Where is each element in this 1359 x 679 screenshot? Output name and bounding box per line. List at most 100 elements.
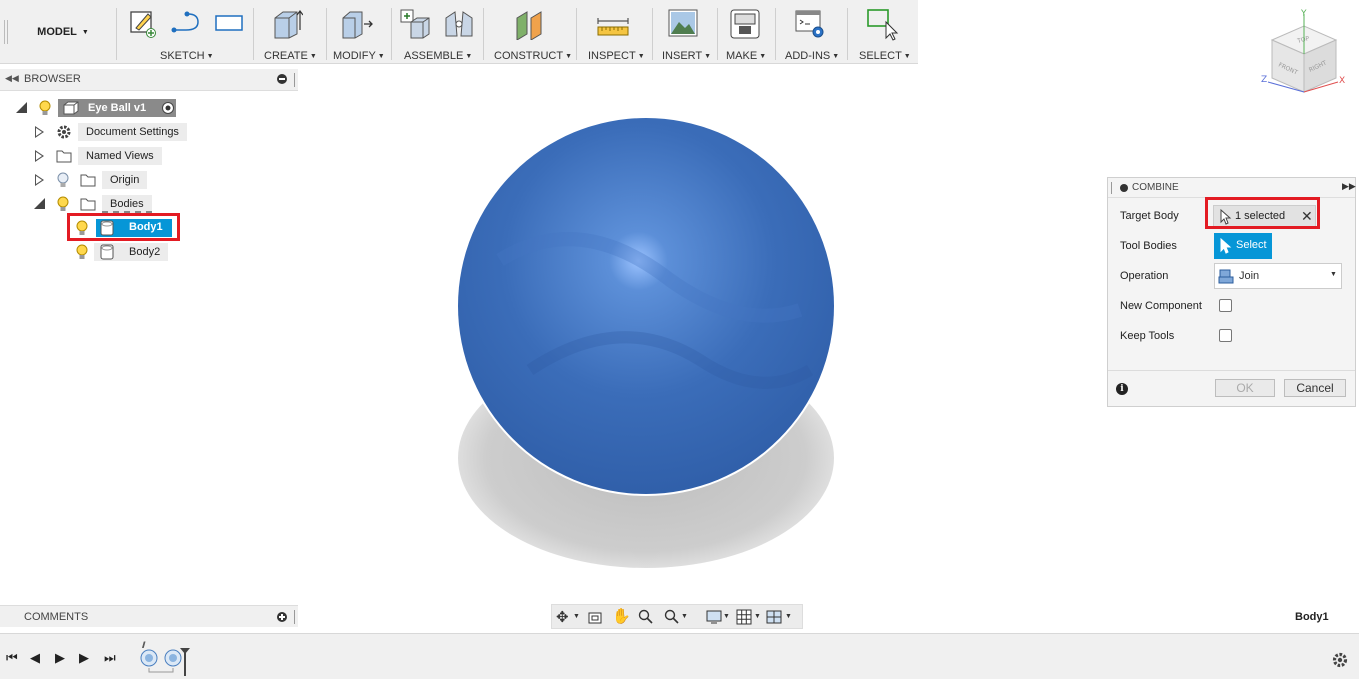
workspace-label: MODEL bbox=[37, 26, 77, 38]
keep-tools-checkbox[interactable] bbox=[1219, 329, 1232, 342]
viewport-canvas[interactable] bbox=[440, 110, 850, 580]
go-to-end-icon[interactable]: ⏭ bbox=[104, 650, 116, 666]
3d-print-icon[interactable] bbox=[729, 8, 761, 40]
joint-icon[interactable] bbox=[443, 8, 475, 40]
toolbar-sketch[interactable]: SKETCH ▼ bbox=[160, 50, 214, 62]
chevron-down-icon[interactable]: ▼ bbox=[785, 613, 792, 620]
extrude-icon[interactable] bbox=[271, 8, 303, 40]
toolbar-separator bbox=[652, 8, 653, 60]
tree-root-row[interactable]: Eye Ball v1 bbox=[0, 97, 298, 119]
operation-dropdown[interactable]: Join ▼ bbox=[1214, 263, 1342, 289]
keep-tools-label: Keep Tools bbox=[1120, 330, 1175, 342]
toolbar-assemble[interactable]: ASSEMBLE ▼ bbox=[404, 50, 472, 62]
tool-bodies-select-label: Select bbox=[1236, 239, 1267, 251]
divider bbox=[1108, 370, 1355, 371]
tree-item-bodies[interactable]: Bodies bbox=[0, 193, 298, 215]
activate-radio-icon[interactable] bbox=[161, 101, 175, 115]
play-icon[interactable]: ▶ bbox=[55, 650, 65, 666]
cancel-button[interactable]: Cancel bbox=[1284, 379, 1346, 397]
display-settings-icon[interactable] bbox=[706, 609, 722, 625]
go-to-start-icon[interactable]: ⏮ bbox=[6, 650, 18, 666]
offset-plane-icon[interactable] bbox=[513, 8, 547, 40]
add-comment-icon[interactable] bbox=[277, 612, 287, 622]
combine-header[interactable]: COMBINE ▶▶ bbox=[1108, 178, 1356, 198]
expand-triangle-icon[interactable] bbox=[35, 126, 44, 138]
press-pull-icon[interactable] bbox=[340, 8, 374, 40]
panel-grip[interactable] bbox=[294, 610, 295, 624]
chevron-down-icon[interactable]: ▼ bbox=[723, 613, 730, 620]
new-component-checkbox[interactable] bbox=[1219, 299, 1232, 312]
toolbar-separator bbox=[253, 8, 254, 60]
tree-item-document-settings[interactable]: Document Settings bbox=[0, 121, 298, 143]
collapse-triangle-icon[interactable] bbox=[16, 102, 27, 113]
toolbar-modify[interactable]: MODIFY ▼ bbox=[333, 50, 385, 62]
chevron-down-icon[interactable]: ▼ bbox=[681, 613, 688, 620]
main-toolbar: MODEL ▼ SKETCH ▼ CREATE ▼ MODIFY ▼ ASSEM… bbox=[0, 0, 918, 64]
dialog-collapse-icon[interactable] bbox=[1120, 184, 1128, 192]
step-back-icon[interactable]: ◀ bbox=[30, 650, 40, 666]
toolbar-construct[interactable]: CONSTRUCT ▼ bbox=[494, 50, 572, 62]
toolbar-create[interactable]: CREATE ▼ bbox=[264, 50, 317, 62]
tree-item-body2[interactable]: Body2 bbox=[0, 241, 298, 263]
toolbar-insert[interactable]: INSERT ▼ bbox=[662, 50, 711, 62]
chevron-down-icon[interactable]: ▼ bbox=[573, 613, 580, 620]
folder-icon bbox=[80, 198, 96, 211]
toolbar-select[interactable]: SELECT ▼ bbox=[859, 50, 911, 62]
new-component-icon[interactable] bbox=[399, 8, 433, 40]
expand-triangle-icon[interactable] bbox=[35, 174, 44, 186]
orbit-icon[interactable]: ✥ bbox=[556, 608, 569, 626]
folder-icon bbox=[56, 150, 72, 163]
insert-image-icon[interactable] bbox=[667, 8, 699, 40]
ok-button[interactable]: OK bbox=[1215, 379, 1275, 397]
lightbulb-icon[interactable] bbox=[56, 196, 70, 212]
timeline-features[interactable] bbox=[139, 648, 191, 676]
collapse-browser-icon[interactable]: ◀◀ bbox=[5, 73, 19, 84]
zoom-icon[interactable] bbox=[638, 609, 654, 625]
viewports-icon[interactable] bbox=[766, 609, 782, 625]
chevron-down-icon: ▼ bbox=[81, 28, 89, 36]
viewcube[interactable]: TOP FRONT RIGHT Y X Z bbox=[1258, 6, 1354, 98]
line-tool-icon[interactable] bbox=[170, 8, 204, 38]
tree-item-origin[interactable]: Origin bbox=[0, 169, 298, 191]
measure-icon[interactable] bbox=[596, 8, 630, 40]
look-at-icon[interactable] bbox=[587, 609, 603, 625]
sphere-body[interactable] bbox=[458, 118, 834, 494]
gear-icon bbox=[57, 125, 71, 139]
info-icon[interactable]: i bbox=[1116, 383, 1128, 395]
collapse-triangle-icon[interactable] bbox=[34, 198, 45, 209]
gear-icon[interactable] bbox=[1331, 651, 1349, 669]
expand-triangle-icon[interactable] bbox=[35, 150, 44, 162]
toolbar-inspect[interactable]: INSPECT ▼ bbox=[588, 50, 645, 62]
toolbar-inspect-label: INSPECT bbox=[588, 50, 636, 62]
toolbar-insert-label: INSERT bbox=[662, 50, 703, 62]
chevron-down-icon[interactable]: ▼ bbox=[754, 613, 761, 620]
grid-icon[interactable] bbox=[736, 609, 752, 625]
toolbar-grip[interactable] bbox=[4, 20, 8, 44]
expand-dialog-icon[interactable]: ▶▶ bbox=[1342, 181, 1356, 192]
tree-item-named-views[interactable]: Named Views bbox=[0, 145, 298, 167]
toolbar-addins[interactable]: ADD-INS ▼ bbox=[785, 50, 839, 62]
pan-hand-icon[interactable]: ✋ bbox=[612, 607, 631, 625]
browser-minimize-icon[interactable] bbox=[277, 74, 287, 84]
body-icon bbox=[100, 244, 114, 260]
tree-item-label: Bodies bbox=[102, 195, 152, 213]
tool-bodies-select-button[interactable]: Select bbox=[1214, 233, 1272, 259]
fit-zoom-icon[interactable] bbox=[664, 609, 680, 625]
operation-value: Join bbox=[1239, 270, 1260, 282]
toolbar-modify-label: MODIFY bbox=[333, 50, 376, 62]
join-icon bbox=[1218, 269, 1234, 284]
dialog-grip[interactable] bbox=[1111, 182, 1112, 194]
panel-grip[interactable] bbox=[294, 73, 295, 87]
select-window-icon[interactable] bbox=[866, 8, 900, 42]
create-sketch-icon[interactable] bbox=[128, 8, 158, 38]
lightbulb-icon[interactable] bbox=[75, 244, 89, 260]
toolbar-separator bbox=[116, 8, 117, 60]
step-forward-icon[interactable]: ▶ bbox=[79, 650, 89, 666]
lightbulb-icon[interactable] bbox=[38, 100, 52, 116]
tool-bodies-label: Tool Bodies bbox=[1120, 240, 1177, 252]
workspace-dropdown[interactable]: MODEL ▼ bbox=[10, 0, 116, 64]
scripts-addins-icon[interactable] bbox=[794, 8, 826, 40]
lightbulb-off-icon[interactable] bbox=[56, 172, 70, 188]
toolbar-make[interactable]: MAKE ▼ bbox=[726, 50, 766, 62]
rectangle-tool-icon[interactable] bbox=[213, 8, 245, 38]
